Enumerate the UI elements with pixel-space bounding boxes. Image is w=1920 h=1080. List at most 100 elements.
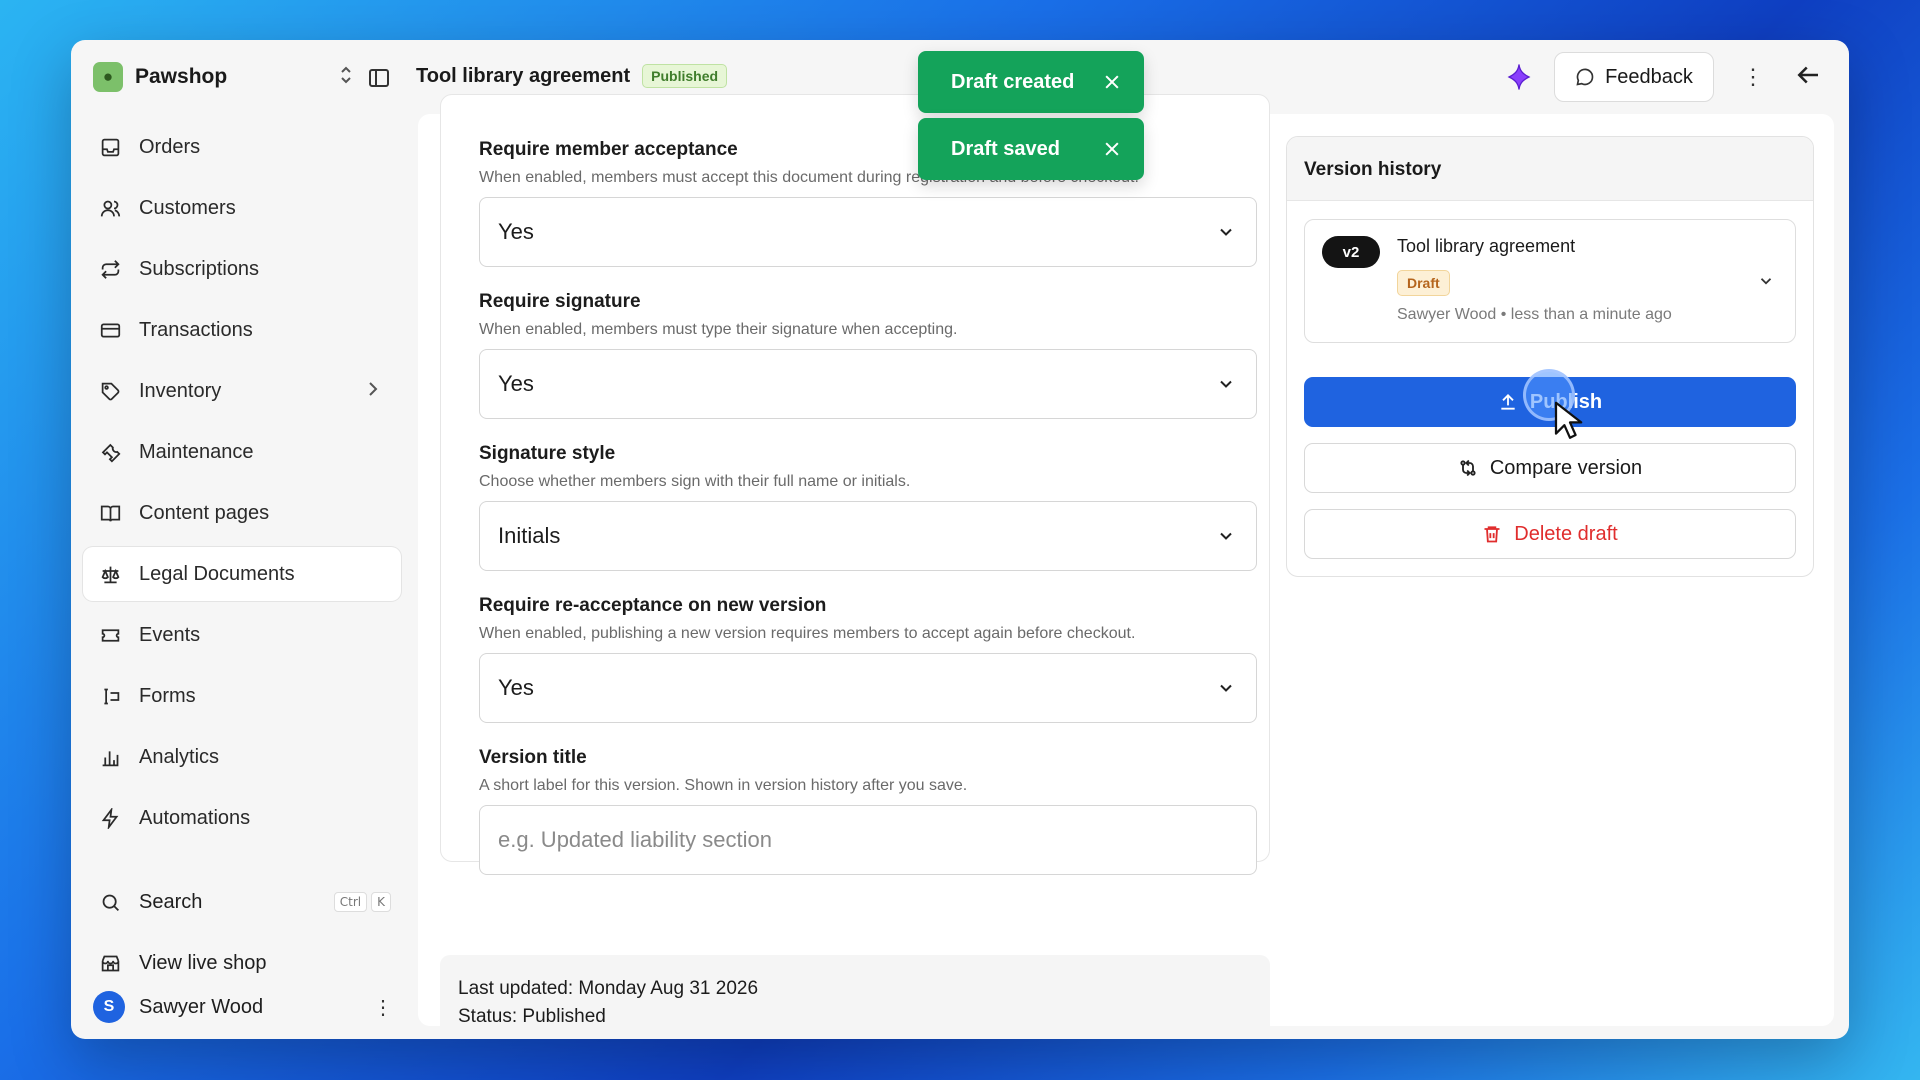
inbox-icon [99,136,121,158]
toast-draft-created: Draft created [918,51,1144,113]
sidebar-item-events[interactable]: Events [83,608,401,662]
sidebar-item-label: Orders [139,135,201,158]
sidebar-item-label: Inventory [139,379,222,402]
app-window: ● Pawshop Orders Customers Subscriptions… [71,40,1849,1039]
version-card[interactable]: v2 Tool library agreement Draft Sawyer W… [1304,219,1796,343]
more-options-icon[interactable]: ⋮ [1741,60,1765,94]
field-label: Signature style [479,443,616,464]
search-icon [99,891,121,913]
kbd-ctrl: Ctrl [333,892,368,912]
close-icon[interactable] [1102,72,1122,92]
signature-style-select[interactable]: Initials [479,501,1257,571]
shop-switcher[interactable]: ● Pawshop [93,62,393,92]
page-title: Tool library agreement Published [416,64,728,88]
document-settings-form: Require member acceptance When enabled, … [440,94,1270,875]
tag-icon [99,380,121,402]
chevron-down-icon [1220,228,1232,236]
sidebar-item-customers[interactable]: Customers [83,181,401,235]
sidebar: ● Pawshop Orders Customers Subscriptions… [71,40,411,1039]
delete-draft-button[interactable]: Delete draft [1304,509,1796,559]
last-updated: Last updated: Monday Aug 31 2026 [458,978,759,999]
sidebar-item-label: Analytics [139,745,220,768]
sidebar-item-transactions[interactable]: Transactions [83,303,401,357]
sidebar-item-legal-documents[interactable]: Legal Documents [83,547,401,601]
credit-card-icon [99,319,121,341]
field-help: When enabled, members must type their si… [479,321,958,338]
require-reacceptance-select[interactable]: Yes [479,653,1257,723]
compare-version-button[interactable]: Compare version [1304,443,1796,493]
storefront-icon [99,952,121,974]
more-vertical-icon[interactable]: ⋮ [373,995,393,1020]
repeat-icon [99,258,121,280]
document-title: Tool library agreement [416,64,631,87]
select-value: Yes [498,371,534,396]
search-label: Search [139,890,203,913]
sparkle-icon[interactable] [1504,62,1536,94]
compare-icon [1460,459,1476,477]
field-label: Require signature [479,291,641,312]
field-label: Require re-acceptance on new version [479,595,827,616]
sidebar-search[interactable]: Search Ctrl K [83,876,401,928]
sidebar-nav: Orders Customers Subscriptions Transacti… [83,120,401,852]
sidebar-item-label: Customers [139,196,236,219]
close-icon[interactable] [1102,139,1122,159]
field-require-reacceptance: Require re-acceptance on new version Whe… [479,595,1257,723]
chevron-down-icon [1220,380,1232,388]
sidebar-item-content-pages[interactable]: Content pages [83,486,401,540]
delete-draft-label: Delete draft [1514,522,1618,545]
document-status: Status: Published [458,1006,606,1027]
ticket-icon [99,624,121,646]
chevron-down-icon[interactable] [1757,272,1775,290]
field-help: Choose whether members sign with their f… [479,473,911,490]
field-label: Version title [479,747,587,768]
arrow-left-icon[interactable] [1793,60,1827,94]
trash-icon [1484,526,1500,543]
user-menu[interactable]: S Sawyer Wood ⋮ [93,985,393,1029]
sidebar-item-label: Forms [139,684,196,707]
chevron-down-icon [1220,684,1232,692]
user-name: Sawyer Wood [139,995,264,1018]
bolt-icon [99,807,121,829]
avatar: S [93,991,125,1023]
kbd-k: K [371,892,391,912]
upload-icon [1501,394,1515,410]
sidebar-item-analytics[interactable]: Analytics [83,730,401,784]
keyboard-shortcut: Ctrl K [333,892,391,912]
feedback-label: Feedback [1605,65,1693,88]
sidebar-item-label: Maintenance [139,440,254,463]
sidebar-item-inventory[interactable]: Inventory [83,364,401,418]
select-value: Yes [498,675,534,700]
feedback-button[interactable]: Feedback [1554,52,1714,102]
sidebar-item-label: Automations [139,806,251,829]
sidebar-item-label: Content pages [139,501,270,524]
version-tag: v2 [1322,236,1380,268]
require-member-acceptance-select[interactable]: Yes [479,197,1257,267]
message-circle-icon [1576,68,1594,86]
bar-chart-icon [99,746,121,768]
sidebar-item-orders[interactable]: Orders [83,120,401,174]
version-name: Tool library agreement [1397,236,1576,256]
toast-message: Draft saved [951,137,1060,160]
sidebar-item-automations[interactable]: Automations [83,791,401,845]
mouse-cursor-icon [1554,401,1583,439]
users-icon [99,197,121,219]
version-title-input[interactable] [479,805,1257,875]
sidebar-item-label: Events [139,623,201,646]
version-history-panel: Version history v2 Tool library agreemen… [1286,136,1814,577]
field-signature-style: Signature style Choose whether members s… [479,443,1257,571]
sidebar-item-maintenance[interactable]: Maintenance [83,425,401,479]
require-signature-select[interactable]: Yes [479,349,1257,419]
sidebar-toggle-icon[interactable] [367,66,393,92]
chevron-right-icon [367,381,379,402]
chevron-up-down-icon [339,65,353,90]
form-icon [99,685,121,707]
view-live-shop-link[interactable]: View live shop [83,937,401,989]
sidebar-item-subscriptions[interactable]: Subscriptions [83,242,401,296]
sidebar-item-forms[interactable]: Forms [83,669,401,723]
compare-version-label: Compare version [1489,456,1643,479]
sidebar-item-label: Legal Documents [139,562,295,585]
select-value: Initials [498,523,561,548]
field-help: When enabled, publishing a new version r… [479,625,1136,642]
shop-name: Pawshop [135,65,228,88]
scale-icon [99,563,121,585]
